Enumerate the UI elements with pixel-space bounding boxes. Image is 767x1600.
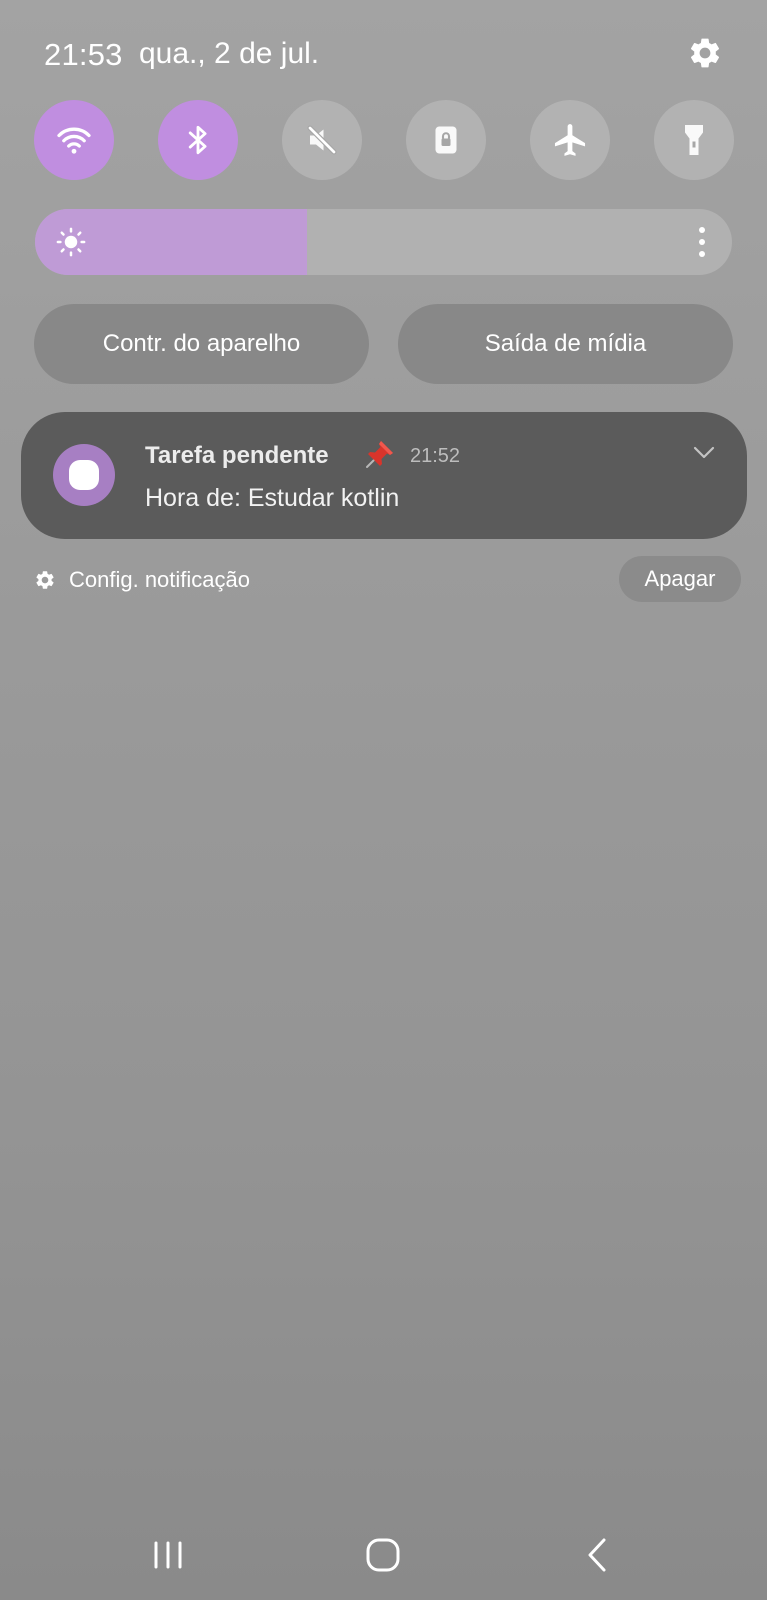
gear-icon — [36, 571, 54, 589]
airplane-mode-toggle[interactable] — [530, 100, 610, 180]
notification-body: Hora de: Estudar kotlin — [145, 484, 400, 512]
media-output-button[interactable]: Saída de mídia — [398, 304, 733, 384]
airplane-icon — [554, 124, 586, 156]
notification-app-icon — [53, 444, 115, 506]
navigation-bar — [0, 1520, 767, 1590]
more-options-icon[interactable] — [698, 226, 706, 258]
brightness-slider[interactable] — [35, 209, 732, 275]
notification-settings-label: Config. notificação — [69, 567, 250, 592]
device-control-button[interactable]: Contr. do aparelho — [34, 304, 369, 384]
bluetooth-toggle[interactable] — [158, 100, 238, 180]
sun-icon — [56, 227, 86, 257]
wifi-toggle[interactable] — [34, 100, 114, 180]
clock: 21:53 — [44, 37, 123, 72]
back-icon — [588, 1538, 606, 1572]
clear-all-button[interactable]: Apagar — [619, 556, 741, 602]
sound-off-icon — [307, 125, 337, 155]
notification-settings-link[interactable]: Config. notificação — [34, 565, 250, 595]
home-icon — [366, 1538, 400, 1572]
bluetooth-icon — [188, 125, 207, 155]
chevron-down-icon[interactable] — [693, 446, 715, 460]
recents-icon — [154, 1541, 182, 1569]
quick-settings-row — [34, 100, 734, 180]
status-row: 21:53 qua., 2 de jul. — [44, 33, 727, 77]
home-button[interactable] — [348, 1520, 418, 1590]
notification-time: 21:52 — [410, 445, 461, 467]
wifi-icon — [57, 127, 91, 154]
flashlight-toggle[interactable] — [654, 100, 734, 180]
flashlight-icon — [685, 125, 703, 155]
settings-button[interactable] — [685, 33, 725, 73]
date: qua., 2 de jul. — [139, 37, 320, 70]
recents-button[interactable] — [133, 1520, 203, 1590]
notification-title: Tarefa pendente — [145, 442, 329, 469]
sound-toggle[interactable] — [282, 100, 362, 180]
screen-lock-toggle[interactable] — [406, 100, 486, 180]
back-button[interactable] — [563, 1520, 633, 1590]
notification-card[interactable]: Tarefa pendente 21:52 Hora de: Estudar k… — [21, 412, 747, 539]
pushpin-icon — [366, 441, 393, 468]
lock-icon — [435, 126, 457, 154]
gear-icon — [690, 38, 720, 68]
